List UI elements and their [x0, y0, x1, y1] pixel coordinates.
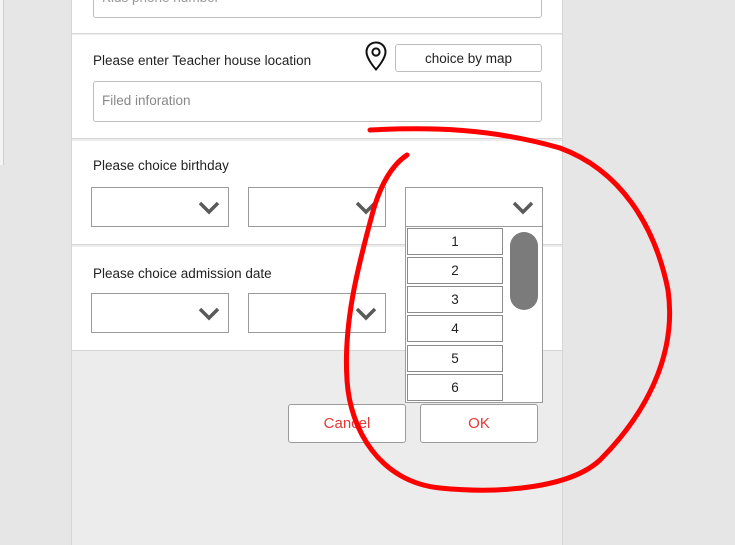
- location-pin-icon[interactable]: [364, 41, 388, 71]
- teacher-location-label: Please enter Teacher house location: [93, 53, 312, 68]
- background-panel-edge: [0, 0, 4, 165]
- dropdown-scrollbar-thumb[interactable]: [510, 232, 538, 310]
- birthday-day-dropdown-list: 1 2 3 4 5 6: [405, 226, 543, 403]
- teacher-location-input[interactable]: Filed inforation: [93, 81, 542, 122]
- kids-phone-section: Kids phone number: [72, 0, 562, 34]
- birthday-month-select[interactable]: [248, 187, 386, 227]
- chevron-down-icon: [198, 201, 220, 215]
- birthday-label: Please choice birthday: [93, 158, 229, 173]
- ok-button[interactable]: OK: [420, 404, 538, 443]
- cancel-button[interactable]: Cancel: [288, 404, 406, 443]
- dropdown-option[interactable]: 5: [407, 345, 503, 372]
- teacher-location-section: Please enter Teacher house location choi…: [72, 35, 562, 139]
- chevron-down-icon: [355, 201, 377, 215]
- admission-month-select[interactable]: [248, 293, 386, 333]
- chevron-down-icon: [512, 201, 534, 215]
- dropdown-option[interactable]: 1: [407, 228, 503, 255]
- admission-year-select[interactable]: [91, 293, 229, 333]
- chevron-down-icon: [198, 307, 220, 321]
- choice-by-map-button[interactable]: choice by map: [395, 44, 542, 72]
- dropdown-option[interactable]: 4: [407, 315, 503, 342]
- dropdown-option[interactable]: 2: [407, 257, 503, 284]
- kids-phone-input[interactable]: Kids phone number: [93, 0, 542, 18]
- chevron-down-icon: [355, 307, 377, 321]
- birthday-year-select[interactable]: [91, 187, 229, 227]
- dropdown-option[interactable]: 6: [407, 374, 503, 401]
- birthday-day-select[interactable]: [405, 187, 543, 227]
- dropdown-option[interactable]: 3: [407, 286, 503, 313]
- admission-date-label: Please choice admission date: [93, 266, 272, 281]
